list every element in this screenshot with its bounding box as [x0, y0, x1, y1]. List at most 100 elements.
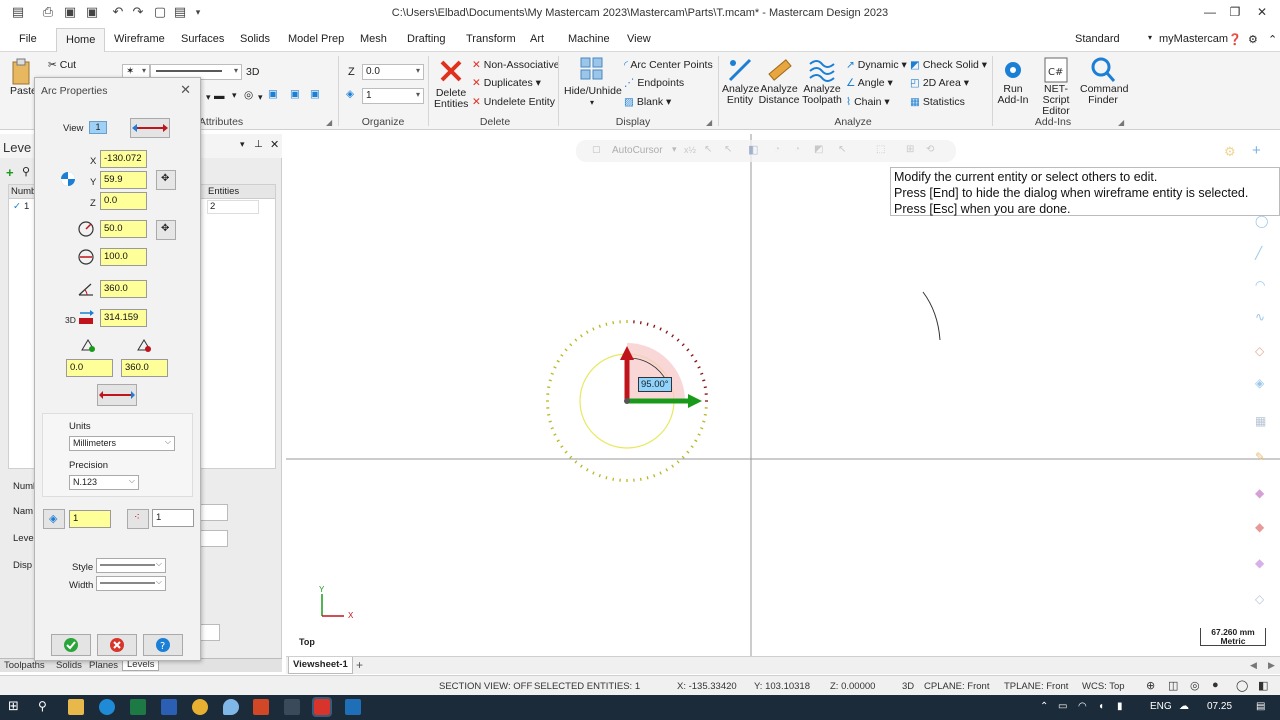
display-launcher-icon[interactable]: ◢ [706, 118, 712, 127]
chain-select-icon[interactable]: ◔ [774, 144, 780, 155]
flip-arc-button[interactable] [97, 384, 137, 406]
input-language[interactable]: ENG [1150, 701, 1172, 712]
mask-spline-icon[interactable]: ∿ [1255, 310, 1265, 324]
entity-attributes-icon[interactable]: ▣ [310, 88, 320, 100]
select-center-button[interactable]: ✥ [156, 170, 176, 190]
autocursor-dropdown-icon[interactable]: ▾ [672, 144, 677, 155]
window-select-icon[interactable]: ◔ [794, 144, 800, 155]
point-style-button[interactable]: ⁖ [127, 509, 149, 529]
minimize-icon[interactable]: — [1200, 3, 1220, 21]
solid-shade-icon[interactable]: ● [1212, 679, 1219, 691]
end-angle-field[interactable]: 360.0 [121, 359, 168, 377]
workspace-dropdown-icon[interactable]: ▾ [1148, 33, 1152, 42]
mastercam-icon[interactable] [312, 697, 332, 717]
entity-level-field[interactable]: 1 [69, 510, 111, 528]
arc-entity[interactable] [922, 291, 941, 341]
wifi-icon[interactable]: ◠ [1078, 701, 1087, 712]
mask-line-icon[interactable]: ╱ [1255, 246, 1262, 260]
app-drop-icon[interactable] [223, 699, 239, 715]
clear-selection-icon[interactable]: ⟲ [926, 144, 934, 155]
app-icon[interactable] [284, 699, 300, 715]
viewsheet-tab[interactable]: Viewsheet-1 [288, 657, 353, 674]
mode-3d-status[interactable]: 3D [902, 681, 914, 692]
restore-icon[interactable]: ❐ [1225, 3, 1245, 21]
radius-field[interactable]: 50.0 [100, 220, 147, 238]
tab-machine[interactable]: Machine [568, 33, 610, 45]
angle-button[interactable]: ∠ Angle ▾ [846, 77, 893, 89]
color-fill-icon[interactable]: ▬ [214, 90, 225, 102]
find-level-icon[interactable]: ⚲ [22, 165, 30, 178]
tab-view[interactable]: View [627, 33, 651, 45]
tab-mesh[interactable]: Mesh [360, 33, 387, 45]
reverse-direction-button[interactable] [130, 118, 170, 138]
edge-icon[interactable] [99, 699, 115, 715]
arc-length-field[interactable]: 314.159 [100, 309, 147, 327]
selected-entities-status[interactable]: SELECTED ENTITIES: 1 [534, 681, 640, 692]
non-associative-button[interactable]: ✕ Non-Associative [472, 59, 560, 71]
search-icon[interactable]: ⚲ [38, 699, 47, 713]
tab-transform[interactable]: Transform [466, 33, 516, 45]
volume-icon[interactable]: ◖ [1098, 701, 1104, 712]
autocursor-label[interactable]: AutoCursor [612, 145, 663, 156]
help-icon[interactable]: ❓ [1228, 33, 1242, 46]
select-icon[interactable]: ↖ [724, 144, 732, 155]
collapse-ribbon-icon[interactable]: ⌃ [1268, 33, 1277, 46]
blank-button[interactable]: ▨ Blank ▾ [624, 96, 671, 108]
analyze-toolpath-button[interactable]: Analyze Toolpath [802, 56, 842, 106]
add-viewsheet-icon[interactable]: + [356, 658, 363, 672]
lock-icon[interactable]: ▢ [592, 144, 601, 155]
tplane-status[interactable]: TPLANE: Front [1004, 681, 1068, 692]
mask-level-icon[interactable]: ◆ [1255, 520, 1264, 534]
arc-center-points-button[interactable]: ◜ Arc Center Points [624, 59, 713, 71]
grid-snap-icon[interactable]: x½ [684, 145, 696, 155]
command-finder-button[interactable]: Command Finder [1080, 56, 1128, 106]
workspace-selector[interactable]: Standard [1075, 33, 1120, 45]
analyze-entity-button[interactable]: Analyze Entity [722, 56, 759, 106]
standard-select-icon[interactable]: ◧ [748, 143, 758, 156]
gnomon-origin[interactable] [624, 398, 630, 404]
settings-icon[interactable]: ⚙ [1248, 33, 1258, 46]
tab-art[interactable]: Art [530, 33, 544, 45]
z-depth-combo[interactable]: 0.0 ▾ [362, 64, 424, 80]
onedrive-icon[interactable]: ☁ [1179, 701, 1189, 712]
tab-solids-manager[interactable]: Solids [56, 660, 82, 671]
solid-select-icon[interactable]: ◩ [814, 144, 823, 155]
globe-icon[interactable]: ◎ [244, 89, 253, 101]
mask-arc-icon[interactable]: ◠ [1255, 278, 1265, 292]
endpoints-button[interactable]: ⋰ Endpoints [624, 77, 684, 89]
line-style-select[interactable]: ⌵ [96, 558, 166, 573]
shaded-view-icon[interactable]: ◎ [1190, 679, 1200, 692]
wireframe-view-icon[interactable]: ◫ [1168, 679, 1178, 692]
ok-button[interactable] [51, 634, 91, 656]
mask-surface-icon[interactable]: ◇ [1255, 344, 1264, 358]
run-addin-button[interactable]: Run Add-In [994, 56, 1032, 106]
analyze-distance-button[interactable]: Analyze Distance [758, 56, 800, 106]
name-field[interactable] [200, 504, 228, 521]
mask-drafting-icon[interactable]: ✎ [1255, 450, 1265, 464]
tab-planes[interactable]: Planes [89, 660, 118, 671]
mask-group-icon[interactable]: ◆ [1255, 556, 1264, 570]
attr-dropdown-icon-2[interactable]: ▾ [232, 90, 237, 101]
undelete-entity-button[interactable]: ✕ Undelete Entity [472, 96, 555, 108]
attributes-launcher-icon[interactable]: ◢ [326, 118, 332, 127]
tab-model-prep[interactable]: Model Prep [288, 33, 344, 45]
line-width-select[interactable]: ⌵ [96, 576, 166, 591]
level-set-field[interactable] [200, 530, 228, 547]
powerpoint-icon[interactable] [253, 699, 269, 715]
attr-dropdown-icon[interactable]: ▾ [206, 92, 211, 103]
addins-launcher-icon[interactable]: ◢ [1118, 118, 1124, 127]
tab-solids[interactable]: Solids [240, 33, 270, 45]
dialog-close-icon[interactable]: ✕ [180, 82, 191, 98]
view-number-field[interactable]: 1 [89, 121, 107, 134]
clock[interactable]: 07.25 [1207, 701, 1232, 712]
tab-home[interactable]: Home [56, 28, 106, 53]
precision-select[interactable]: N.123 ⌵ [69, 475, 139, 490]
notifications-icon[interactable]: ▤ [1256, 701, 1265, 712]
add-quick-mask-icon[interactable]: + [1252, 142, 1261, 159]
globe-view-icon[interactable]: ⊕ [1146, 679, 1155, 692]
sweep-field[interactable]: 360.0 [100, 280, 147, 298]
options-field[interactable] [200, 624, 220, 641]
close-icon[interactable]: ✕ [1252, 3, 1272, 21]
dynamic-button[interactable]: ↗ Dynamic ▾ [846, 59, 907, 71]
network-icon[interactable]: ▭ [1058, 701, 1067, 712]
